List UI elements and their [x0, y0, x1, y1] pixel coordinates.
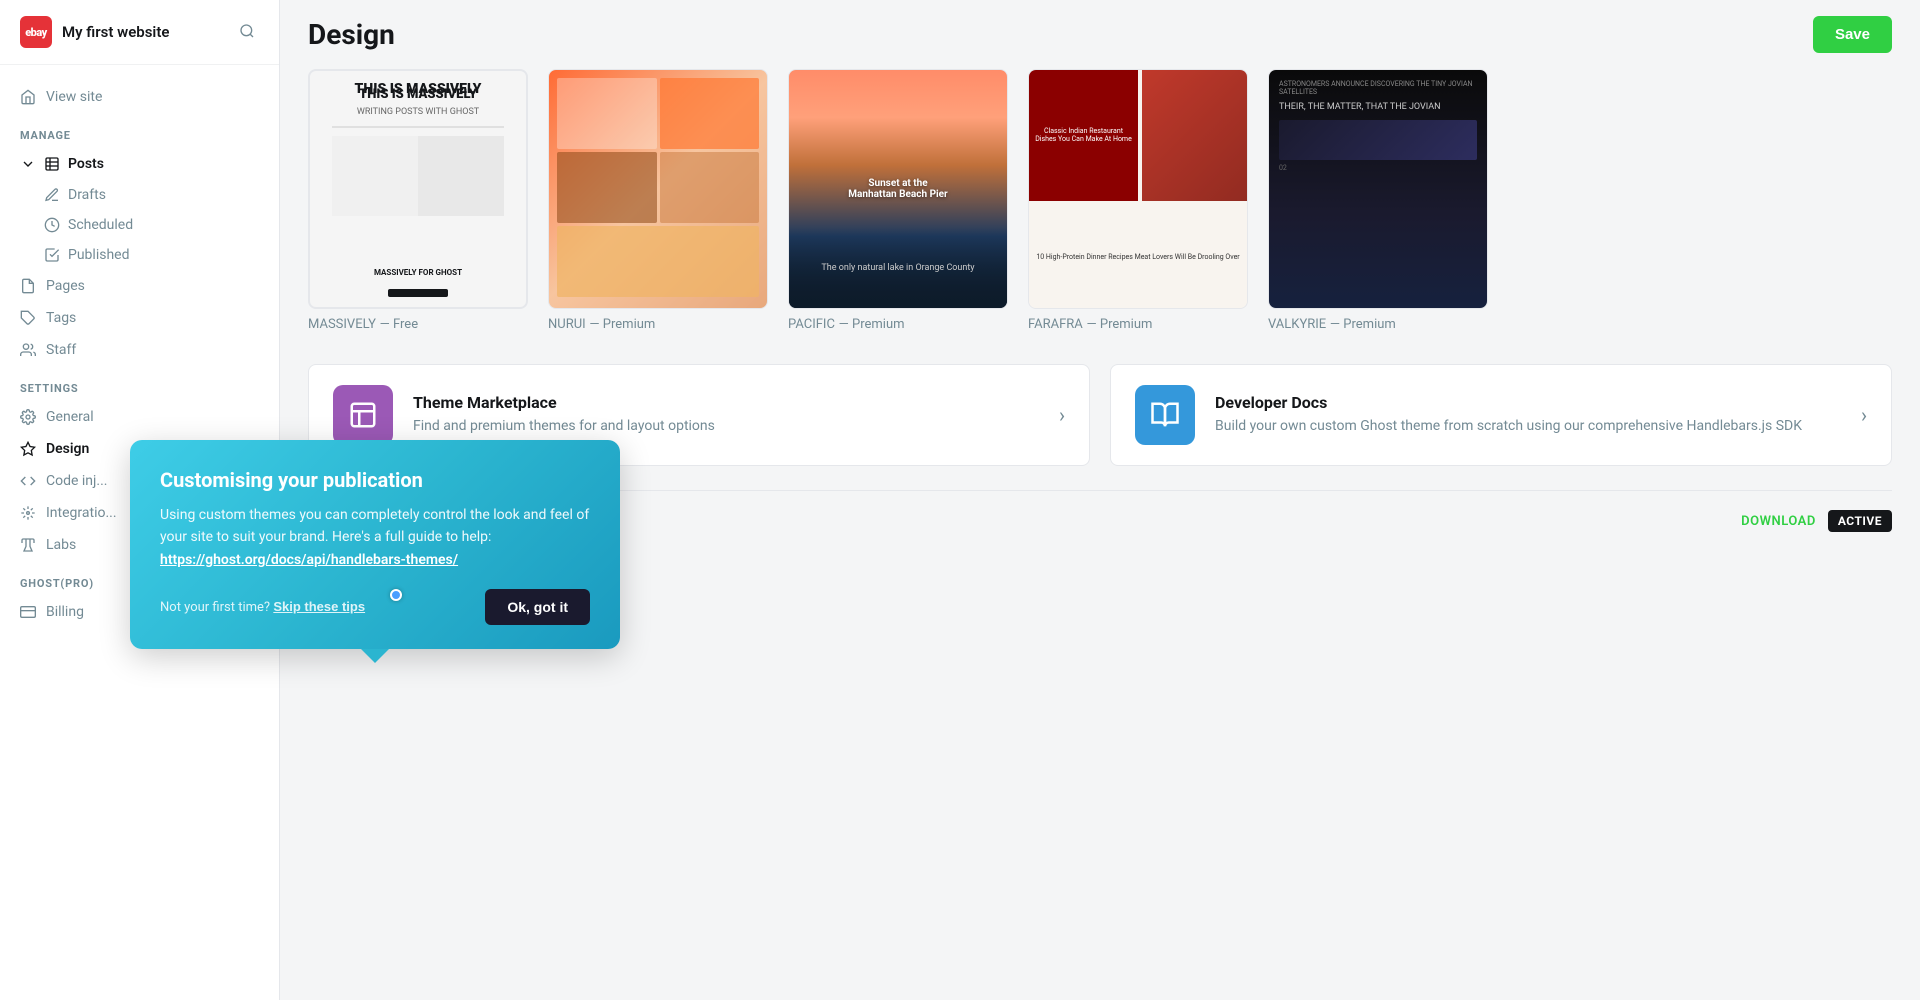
massively-thumbnail: THIS IS MASSIVELY WRITING POSTS WITH GHO… — [308, 69, 528, 309]
developer-docs-icon — [1135, 385, 1195, 445]
tooltip-popup: Customising your publication Using custo… — [130, 440, 620, 649]
farafra-thumbnail: Classic Indian Restaurant Dishes You Can… — [1028, 69, 1248, 309]
download-link[interactable]: DOWNLOAD — [1741, 514, 1816, 529]
marketplace-arrow: › — [1059, 403, 1065, 427]
brand-logo-area[interactable]: ebay My first website — [20, 16, 169, 48]
view-site-label: View site — [46, 89, 102, 105]
home-icon — [20, 89, 36, 105]
general-label: General — [46, 409, 94, 425]
tooltip-footer: Not your first time? Skip these tips Ok,… — [160, 589, 590, 625]
docs-icon-svg — [1150, 400, 1180, 430]
posts-children: Drafts Scheduled Published — [20, 180, 279, 270]
action-links: DOWNLOAD ACTIVE — [1741, 510, 1892, 532]
site-name: My first website — [62, 23, 169, 41]
theme-card-farafra[interactable]: Classic Indian Restaurant Dishes You Can… — [1028, 69, 1248, 332]
pencil-icon — [44, 187, 60, 203]
posts-label: Posts — [68, 156, 104, 172]
sidebar-item-staff[interactable]: Staff — [0, 334, 279, 366]
manage-section-label: MANAGE — [0, 113, 279, 148]
theme-card-valkyrie[interactable]: ASTRONOMERS ANNOUNCE DISCOVERING THE TIN… — [1268, 69, 1488, 332]
design-label: Design — [46, 441, 89, 457]
tooltip-footer-left: Not your first time? Skip these tips — [160, 599, 365, 615]
billing-label: Billing — [46, 604, 84, 620]
pages-label: Pages — [46, 278, 85, 294]
staff-label: Staff — [46, 342, 76, 358]
drafts-label: Drafts — [68, 187, 106, 203]
search-icon — [239, 23, 255, 39]
tags-label: Tags — [46, 310, 76, 326]
active-badge: ACTIVE — [1828, 510, 1892, 532]
nurui-thumbnail — [548, 69, 768, 309]
developer-docs-description: Build your own custom Ghost theme from s… — [1215, 416, 1802, 437]
sidebar-item-tags[interactable]: Tags — [0, 302, 279, 334]
page-title: Design — [308, 18, 395, 51]
billing-icon — [20, 604, 36, 620]
logo-text: ebay — [25, 26, 47, 39]
tooltip-body: Using custom themes you can completely c… — [160, 504, 590, 571]
farafra-label: FARAFRA — Premium — [1028, 317, 1248, 332]
tooltip-arrow — [361, 649, 389, 663]
marketplace-icon-svg — [348, 400, 378, 430]
chevron-down-icon — [20, 156, 36, 172]
sidebar-item-pages[interactable]: Pages — [0, 270, 279, 302]
sidebar-item-published[interactable]: Published — [36, 240, 279, 270]
sidebar-item-posts[interactable]: Posts — [20, 148, 279, 180]
tooltip-title: Customising your publication — [160, 468, 590, 492]
theme-card-pacific[interactable]: Sunset at the Manhattan Beach Pier The o… — [788, 69, 1008, 332]
users-icon — [20, 342, 36, 358]
labs-icon — [20, 537, 36, 553]
massively-label: MASSIVELY — Free — [308, 317, 528, 332]
developer-docs-text: Developer Docs Build your own custom Gho… — [1215, 393, 1802, 437]
marketplace-description: Find and premium themes for and layout o… — [413, 416, 715, 437]
published-label: Published — [68, 247, 129, 263]
pacific-label: PACIFIC — Premium — [788, 317, 1008, 332]
labs-label: Labs — [46, 537, 76, 553]
sidebar-item-general[interactable]: General — [0, 401, 279, 433]
skip-tips-button[interactable]: Skip these tips — [273, 599, 365, 614]
sidebar-header: ebay My first website — [0, 0, 279, 65]
theme-card-massively[interactable]: THIS IS MASSIVELY WRITING POSTS WITH GHO… — [308, 69, 528, 332]
got-it-button[interactable]: Ok, got it — [485, 589, 590, 625]
code-injection-label: Code inj... — [46, 473, 107, 489]
settings-section-label: SETTINGS — [0, 366, 279, 401]
marketplace-title: Theme Marketplace — [413, 393, 715, 412]
save-button[interactable]: Save — [1813, 16, 1892, 53]
valkyrie-label: VALKYRIE — Premium — [1268, 317, 1488, 332]
developer-docs-arrow: › — [1861, 403, 1867, 427]
pacific-thumbnail: Sunset at the Manhattan Beach Pier The o… — [788, 69, 1008, 309]
ebay-logo: ebay — [20, 16, 52, 48]
sidebar-item-drafts[interactable]: Drafts — [36, 180, 279, 210]
design-icon — [20, 441, 36, 457]
nurui-label: NURUI — Premium — [548, 317, 768, 332]
not-first-time-text: Not your first time? — [160, 600, 270, 615]
scheduled-label: Scheduled — [68, 217, 133, 233]
integrations-label: Integratio... — [46, 505, 117, 521]
sidebar-item-scheduled[interactable]: Scheduled — [36, 210, 279, 240]
search-button[interactable] — [235, 19, 259, 46]
theme-marketplace-icon — [333, 385, 393, 445]
posts-section: Posts Drafts Scheduled — [0, 148, 279, 270]
tooltip-body-text: Using custom themes you can completely c… — [160, 507, 589, 545]
tag-icon — [20, 310, 36, 326]
sidebar-item-view-site[interactable]: View site — [0, 81, 279, 113]
topbar: Design Save — [280, 0, 1920, 69]
tooltip-link[interactable]: https://ghost.org/docs/api/handlebars-th… — [160, 552, 458, 568]
themes-grid: THIS IS MASSIVELY WRITING POSTS WITH GHO… — [308, 69, 1892, 332]
developer-docs-card[interactable]: Developer Docs Build your own custom Gho… — [1110, 364, 1892, 466]
marketplace-text: Theme Marketplace Find and premium theme… — [413, 393, 715, 437]
integrations-icon — [20, 505, 36, 521]
code-icon — [20, 473, 36, 489]
clock-icon — [44, 217, 60, 233]
valkyrie-thumbnail: ASTRONOMERS ANNOUNCE DISCOVERING THE TIN… — [1268, 69, 1488, 309]
posts-icon — [44, 156, 60, 172]
theme-card-nurui[interactable]: NURUI — Premium — [548, 69, 768, 332]
check-square-icon — [44, 247, 60, 263]
settings-icon — [20, 409, 36, 425]
developer-docs-title: Developer Docs — [1215, 393, 1802, 412]
pages-icon — [20, 278, 36, 294]
